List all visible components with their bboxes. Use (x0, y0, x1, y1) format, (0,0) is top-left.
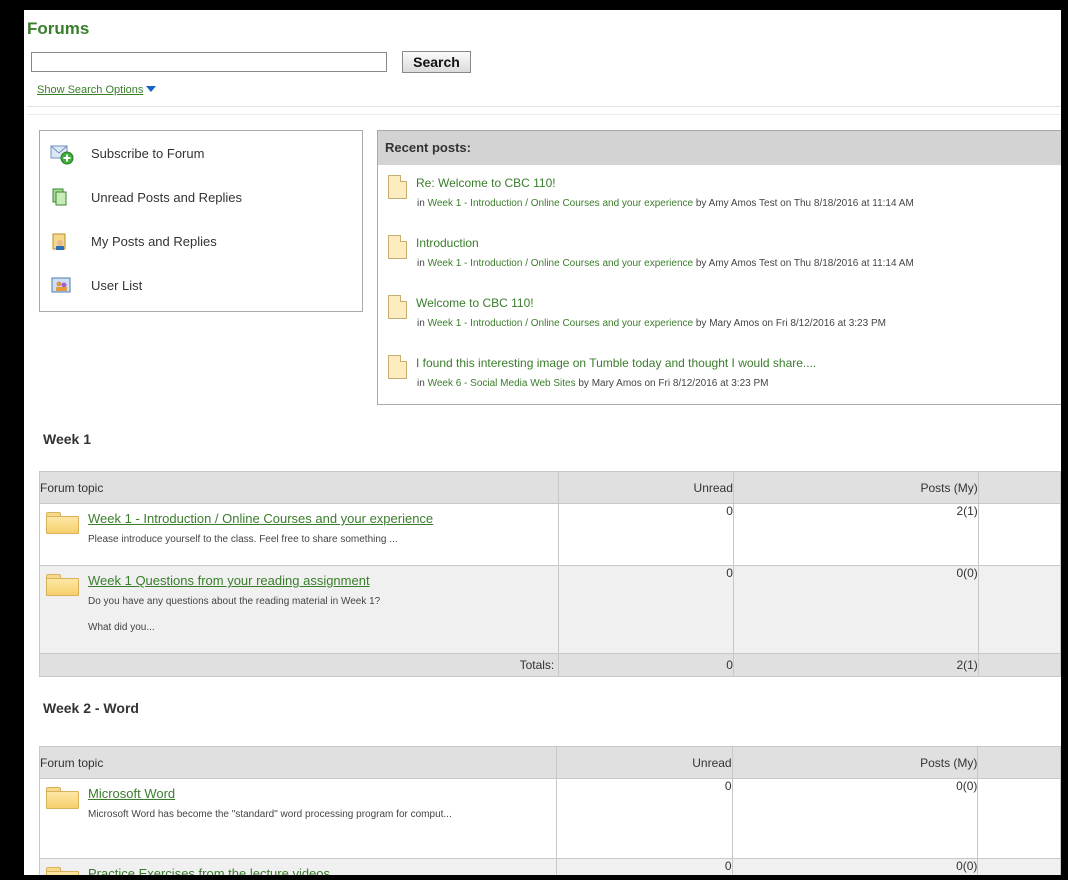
table-row: Week 1 - Introduction / Online Courses a… (38, 503, 1061, 566)
empty-cell (977, 565, 1061, 654)
quick-links-panel: Subscribe to Forum Unread Posts and Repl… (39, 130, 363, 312)
unread-count: 0 (556, 778, 733, 859)
recent-post-forum-link[interactable]: Week 1 - Introduction / Online Courses a… (428, 318, 694, 329)
user-list-icon (50, 275, 72, 295)
recent-post-title[interactable]: I found this interesting image on Tumble… (416, 356, 816, 370)
recent-post-title[interactable]: Introduction (416, 236, 479, 250)
unread-posts-label: Unread Posts and Replies (91, 189, 243, 205)
recent-post-meta: in Week 1 - Introduction / Online Course… (417, 258, 914, 269)
recent-post-forum-link[interactable]: Week 1 - Introduction / Online Courses a… (428, 198, 694, 209)
meta-prefix: in (417, 198, 428, 209)
meta-prefix: in (417, 318, 428, 329)
document-icon (388, 175, 407, 199)
search-button[interactable]: Search (402, 51, 471, 73)
table-header-row: Forum topic Unread Posts (My) (38, 746, 1061, 779)
column-header-topic: Forum topic (38, 746, 558, 779)
meta-prefix: in (417, 378, 428, 389)
topic-cell: Week 1 - Introduction / Online Courses a… (38, 503, 560, 566)
search-input[interactable] (31, 52, 387, 72)
posts-count: 0(0) (731, 778, 979, 859)
user-list-label: User List (91, 277, 143, 293)
recent-post-forum-link[interactable]: Week 6 - Social Media Web Sites (428, 378, 576, 389)
topic-description: Please introduce yourself to the class. … (88, 534, 398, 545)
topic-cell: Week 1 Questions from your reading assig… (38, 565, 560, 654)
empty-cell (977, 503, 1061, 566)
unread-count: 0 (558, 503, 734, 566)
column-header-topic: Forum topic (38, 471, 560, 504)
column-header-posts: Posts (My) (732, 471, 979, 504)
forum-topic-link[interactable]: Week 1 Questions from your reading assig… (88, 573, 370, 588)
recent-post-forum-link[interactable]: Week 1 - Introduction / Online Courses a… (428, 258, 694, 269)
empty-cell (977, 778, 1061, 859)
topic-description-more: What did you... (88, 622, 155, 633)
table-row: Microsoft Word Microsoft Word has become… (38, 778, 1061, 859)
topic-description: Microsoft Word has become the "standard"… (88, 809, 452, 820)
column-header-unread: Unread (556, 746, 733, 779)
meta-prefix: in (417, 258, 428, 269)
unread-posts-link[interactable]: Unread Posts and Replies (50, 185, 242, 209)
forum-table: Forum topic Unread Posts (My) Microsoft … (38, 746, 1061, 875)
topic-description: Do you have any questions about the read… (88, 596, 381, 607)
meta-author-date: by Mary Amos on Fri 8/12/2016 at 3:23 PM (693, 318, 886, 329)
meta-author-date: by Amy Amos Test on Thu 8/18/2016 at 11:… (693, 258, 914, 269)
totals-row: Totals: 0 2(1) (38, 653, 1061, 677)
recent-posts-panel: Recent posts: Re: Welcome to CBC 110! in… (377, 130, 1061, 405)
table-row: Week 1 Questions from your reading assig… (38, 565, 1061, 654)
totals-unread: 0 (558, 653, 734, 677)
posts-count: 0(0) (732, 565, 979, 654)
topic-cell: Practice Exercises from the lecture vide… (38, 858, 558, 875)
section-title: Week 1 (43, 431, 91, 447)
forum-topic-link[interactable]: Practice Exercises from the lecture vide… (88, 866, 330, 875)
empty-cell (977, 653, 1061, 677)
folder-icon (46, 787, 79, 809)
divider (27, 114, 1061, 115)
meta-author-date: by Mary Amos on Fri 8/12/2016 at 3:23 PM (575, 378, 769, 389)
show-search-options-link[interactable]: Show Search Options (37, 84, 157, 96)
page-title: Forums (27, 19, 90, 38)
my-posts-label: My Posts and Replies (91, 233, 217, 249)
recent-post-meta: in Week 1 - Introduction / Online Course… (417, 198, 914, 209)
recent-post-meta: in Week 1 - Introduction / Online Course… (417, 318, 886, 329)
unread-count: 0 (558, 565, 734, 654)
folder-icon (46, 867, 79, 875)
recent-post-title[interactable]: Re: Welcome to CBC 110! (416, 176, 556, 190)
table-row: Practice Exercises from the lecture vide… (38, 858, 1061, 875)
empty-cell (977, 858, 1061, 875)
posts-count: 0(0) (731, 858, 979, 875)
column-header-blank (977, 746, 1061, 779)
document-icon (388, 235, 407, 259)
totals-label: Totals: (38, 653, 560, 677)
recent-post-title[interactable]: Welcome to CBC 110! (416, 296, 534, 310)
subscribe-label: Subscribe to Forum (91, 145, 205, 161)
document-icon (388, 355, 407, 379)
forum-topic-link[interactable]: Week 1 - Introduction / Online Courses a… (88, 511, 433, 526)
totals-posts: 2(1) (732, 653, 979, 677)
unread-posts-icon (50, 187, 72, 207)
my-posts-icon (50, 231, 72, 251)
column-header-unread: Unread (558, 471, 734, 504)
column-header-blank (977, 471, 1061, 504)
document-icon (388, 295, 407, 319)
table-header-row: Forum topic Unread Posts (My) (38, 471, 1061, 504)
subscribe-to-forum-link[interactable]: Subscribe to Forum (50, 141, 204, 165)
forum-topic-link[interactable]: Microsoft Word (88, 786, 175, 801)
section-title: Week 2 - Word (43, 700, 139, 716)
unread-count: 0 (556, 858, 733, 875)
my-posts-link[interactable]: My Posts and Replies (50, 229, 217, 253)
forums-page: Forums Search Show Search Options Subscr… (24, 10, 1061, 875)
user-list-link[interactable]: User List (50, 273, 142, 297)
folder-icon (46, 512, 79, 534)
search-options-label: Show Search Options (37, 84, 144, 96)
meta-author-date: by Amy Amos Test on Thu 8/18/2016 at 11:… (693, 198, 914, 209)
forum-table: Forum topic Unread Posts (My) Week 1 - I… (38, 471, 1061, 677)
posts-count: 2(1) (732, 503, 979, 566)
caret-down-icon (146, 86, 157, 92)
recent-posts-heading: Recent posts: (378, 131, 1061, 165)
divider (27, 106, 1061, 107)
subscribe-icon (50, 143, 74, 165)
topic-cell: Microsoft Word Microsoft Word has become… (38, 778, 558, 859)
recent-post-meta: in Week 6 - Social Media Web Sites by Ma… (417, 378, 768, 389)
column-header-posts: Posts (My) (731, 746, 979, 779)
folder-icon (46, 574, 79, 596)
